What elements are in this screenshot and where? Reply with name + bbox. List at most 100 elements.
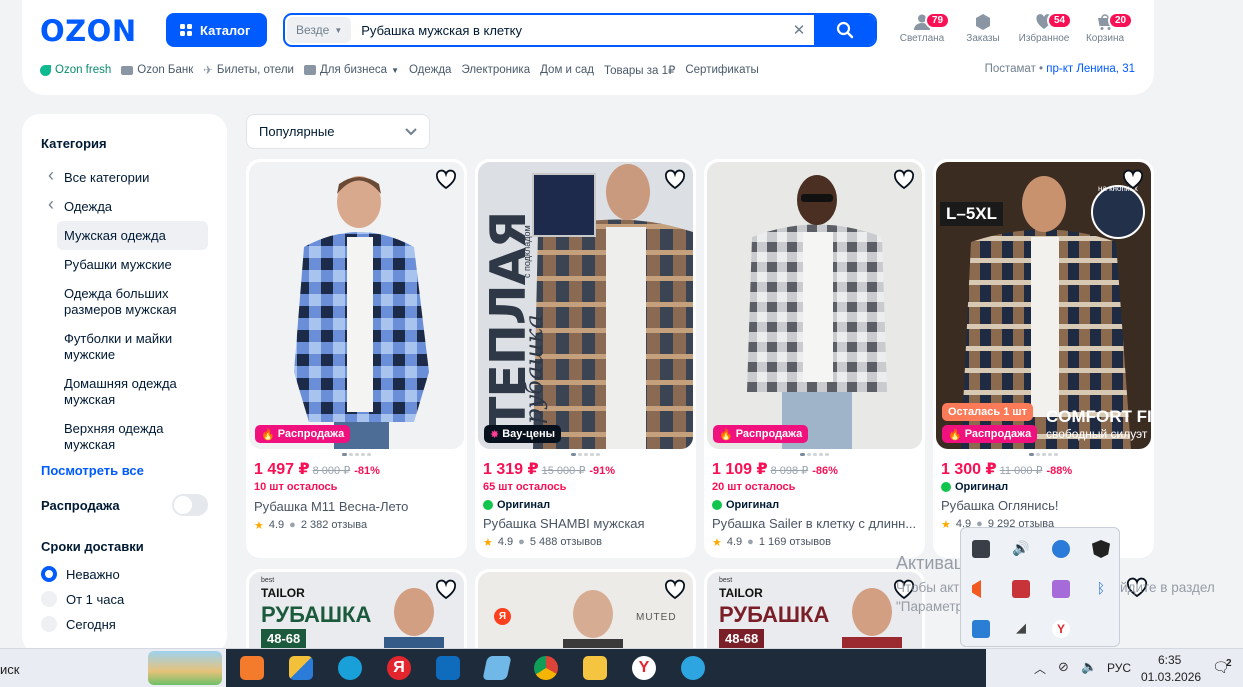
search-button[interactable]: [814, 15, 875, 45]
favorites-label: Избранное: [1018, 33, 1070, 44]
pen-icon[interactable]: [1052, 580, 1070, 598]
clock-time[interactable]: 6:35: [1158, 653, 1181, 667]
sub-navigation: Ozon fresh Ozon Банк ✈ Билеты, отели Для …: [40, 63, 759, 77]
category-clothes[interactable]: Одежда: [41, 192, 208, 221]
speaker-icon[interactable]: 🔊: [1012, 540, 1030, 558]
favorite-heart-icon[interactable]: [663, 168, 687, 192]
chevron-down-icon: ▼: [334, 25, 343, 35]
search-scope-dropdown[interactable]: Везде ▼: [287, 17, 352, 43]
telegram-icon[interactable]: [681, 656, 705, 680]
category-mens-clothes[interactable]: Мужская одежда: [57, 221, 208, 250]
header-profile[interactable]: Светлана 79: [892, 12, 952, 44]
video-app-icon[interactable]: [240, 656, 264, 680]
product-title[interactable]: Рубашка Оглянись!: [941, 498, 1147, 513]
delivery-option-any[interactable]: Неважно: [41, 566, 208, 582]
catalog-button[interactable]: Каталог: [166, 13, 267, 47]
favorite-heart-icon[interactable]: [434, 168, 458, 192]
app-window-icon[interactable]: [972, 620, 990, 638]
product-card[interactable]: L–5XL на кнопках COMFORT FIT свободный с…: [933, 159, 1154, 558]
favorite-heart-icon[interactable]: [892, 168, 916, 192]
clock-date[interactable]: 01.03.2026: [1141, 670, 1201, 684]
ozon-logo[interactable]: OZON: [40, 14, 137, 48]
browser-update-icon[interactable]: [1052, 540, 1070, 558]
store-icon[interactable]: [289, 656, 313, 680]
file-explorer-icon[interactable]: [583, 656, 607, 680]
image-pager: [1029, 453, 1058, 456]
product-title[interactable]: Рубашка M11 Весна-Лето: [254, 499, 460, 514]
category-title: Категория: [41, 136, 107, 151]
product-image[interactable]: 🔥 Распродажа: [707, 162, 922, 449]
header-favorites[interactable]: Избранное 54: [1014, 12, 1074, 44]
product-card[interactable]: best TAILOR РУБАШКА 48-68: [246, 569, 467, 659]
yandex-tray-icon[interactable]: Y: [1052, 620, 1070, 638]
product-image[interactable]: Я MUTED: [478, 572, 693, 659]
subnav-ozon-fresh[interactable]: Ozon fresh: [40, 63, 111, 77]
yandex-badge: Я: [494, 608, 511, 625]
language-indicator[interactable]: РУС: [1107, 661, 1131, 675]
outlook-icon[interactable]: [436, 656, 460, 680]
tray-chevron-up-icon[interactable]: ︿: [1034, 660, 1046, 677]
subnav-clothes[interactable]: Одежда: [409, 63, 451, 77]
product-title[interactable]: Рубашка SHAMBI мужская: [483, 516, 689, 531]
edge-icon[interactable]: [338, 656, 362, 680]
subnav-business[interactable]: Для бизнеса ▼: [303, 63, 399, 77]
bluetooth-icon[interactable]: ᛒ: [1092, 580, 1110, 598]
product-image[interactable]: ТЕПЛАЯ рубашка с подкладом ✸ Вау-цены: [478, 162, 693, 449]
speaker-muted-icon[interactable]: [972, 580, 981, 598]
wifi-icon[interactable]: ◢: [1012, 620, 1030, 638]
product-image[interactable]: L–5XL на кнопках COMFORT FIT свободный с…: [936, 162, 1151, 449]
product-card[interactable]: ТЕПЛАЯ рубашка с подкладом ✸ Вау-цены 1 3…: [475, 159, 696, 558]
orders-label: Заказы: [966, 33, 1000, 44]
category-all[interactable]: Все категории: [41, 163, 208, 192]
subnav-certificates[interactable]: Сертификаты: [685, 63, 758, 77]
battery-app-icon[interactable]: [972, 540, 990, 558]
subnav-1rub[interactable]: Товары за 1₽: [604, 63, 675, 77]
delivery-address[interactable]: Постамат • пр-кт Ленина, 31: [985, 63, 1135, 75]
product-image[interactable]: best TAILOR РУБАШКА 48-68: [249, 572, 464, 659]
favorite-heart-icon[interactable]: [663, 578, 687, 602]
search-highlight-image[interactable]: [148, 651, 222, 685]
subnav-tickets[interactable]: ✈ Билеты, отели: [203, 63, 294, 77]
search-input[interactable]: Рубашка мужская в клетку: [351, 23, 784, 38]
product-rating: ★ 4.9 ● 1 169 отзывов: [712, 536, 831, 549]
cart-label: Корзина: [1085, 33, 1125, 44]
chrome-icon[interactable]: [534, 656, 558, 680]
shield-icon[interactable]: [1092, 540, 1110, 558]
product-card[interactable]: 🔥 Распродажа 1 497 ₽8 000 ₽ -81% 10 шт ост…: [246, 159, 467, 558]
address-link[interactable]: пр-кт Ленина, 31: [1046, 63, 1135, 75]
product-card[interactable]: best TAILOR РУБАШКА 48-68: [704, 569, 925, 659]
yandex-icon[interactable]: Y: [632, 656, 656, 680]
network-icon[interactable]: ⊘: [1058, 659, 1069, 675]
favorite-heart-icon[interactable]: [434, 578, 458, 602]
header-cart[interactable]: Корзина 20: [1075, 12, 1135, 44]
subnav-electronics[interactable]: Электроника: [461, 63, 530, 77]
product-title[interactable]: Рубашка Sailer в клетку с длинн...: [712, 516, 918, 531]
discount: -88%: [1046, 465, 1073, 477]
yandex-browser-icon[interactable]: Я: [387, 656, 411, 680]
taskbar-search-text[interactable]: иск: [0, 662, 19, 677]
clear-icon[interactable]: ✕: [784, 21, 814, 39]
sort-dropdown[interactable]: Популярные: [246, 114, 430, 149]
old-price: 15 000 ₽: [541, 465, 586, 477]
product-card[interactable]: 🔥 Распродажа 1 109 ₽8 098 ₽ -86% 20 шт ост…: [704, 159, 925, 558]
product-image[interactable]: 🔥 Распродажа: [249, 162, 464, 449]
favorite-heart-icon[interactable]: [1121, 168, 1145, 192]
delivery-option-today[interactable]: Сегодня: [41, 616, 208, 632]
delivery-option-1hour[interactable]: От 1 часа: [41, 591, 208, 607]
header-orders[interactable]: Заказы: [953, 13, 1013, 44]
sale-toggle[interactable]: [172, 494, 208, 516]
media-icon[interactable]: [1012, 580, 1030, 598]
product-card[interactable]: Я MUTED: [475, 569, 696, 659]
star-icon: ★: [941, 519, 951, 531]
category-mens-shirts[interactable]: Рубашки мужские: [41, 250, 208, 279]
category-tshirts[interactable]: Футболки и майки мужские: [41, 324, 208, 369]
category-outerwear[interactable]: Верхняя одежда мужская: [41, 414, 208, 459]
subnav-ozon-bank[interactable]: Ozon Банк: [121, 63, 193, 77]
volume-icon[interactable]: 🔈: [1081, 659, 1097, 675]
subnav-home[interactable]: Дом и сад: [540, 63, 594, 77]
see-all-link[interactable]: Посмотреть все: [41, 463, 208, 478]
product-image[interactable]: best TAILOR РУБАШКА 48-68: [707, 572, 922, 659]
category-homewear[interactable]: Домашняя одежда мужская: [41, 369, 208, 414]
category-plus-size[interactable]: Одежда больших размеров мужская: [41, 279, 208, 324]
check-icon: [941, 482, 951, 492]
